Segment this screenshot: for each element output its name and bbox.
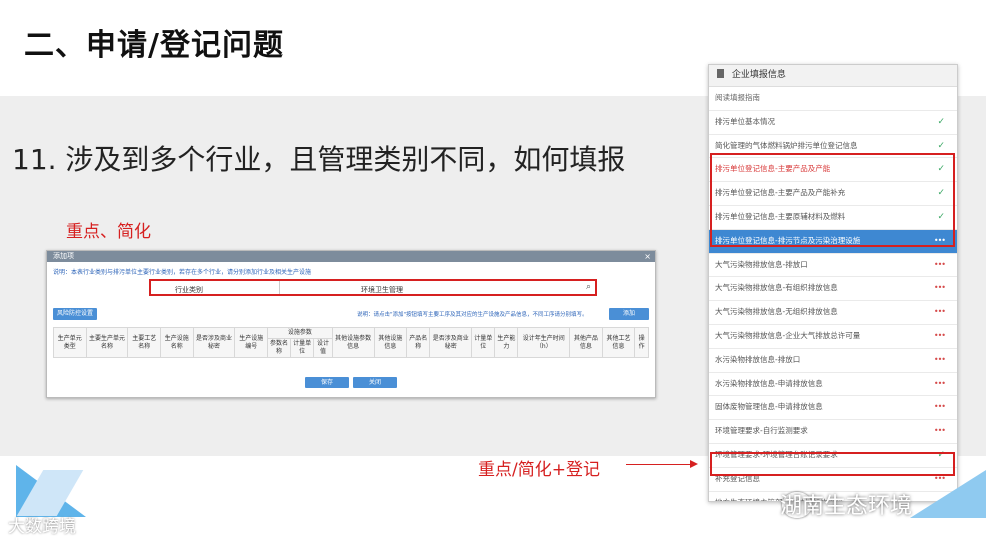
sidebar-item[interactable]: 水污染物排放信息-排放口 ••• xyxy=(709,349,957,373)
table-column-header: 产品名称 xyxy=(406,327,431,358)
risk-settings-button[interactable]: 风险防控设置 xyxy=(53,308,97,320)
close-button[interactable]: 关闭 xyxy=(353,377,397,388)
more-dots-icon: ••• xyxy=(933,402,946,412)
sidebar-item[interactable]: 大气污染物排放信息-无组织排放信息 ••• xyxy=(709,301,957,325)
sidebar-item-label: 固体废物管理信息-申请排放信息 xyxy=(715,402,823,412)
more-dots-icon: ••• xyxy=(933,378,946,388)
table-column-header: 生产能力 xyxy=(494,327,519,358)
highlight-box-main xyxy=(710,153,955,247)
slide-title: 二、申请/登记问题 xyxy=(24,28,284,63)
question-text: 11. 涉及到多个行业，且管理类别不同，如何填报 xyxy=(12,143,626,176)
sidebar-item-label: 阅读填报指南 xyxy=(715,93,760,102)
more-dots-icon: ••• xyxy=(933,307,946,317)
more-dots-icon: ••• xyxy=(933,259,946,269)
table-column-header: 其他工艺信息 xyxy=(601,327,636,358)
close-icon[interactable]: × xyxy=(644,251,651,262)
table-column-header: 生产设施编号 xyxy=(234,327,268,358)
sidebar-item-label: 水污染物排放信息-申请排放信息 xyxy=(715,378,823,388)
sidebar-item-label: 大气污染物排放信息-排放口 xyxy=(715,259,808,269)
decor-triangle-right xyxy=(910,470,986,518)
watermark-left: 大数跨境 xyxy=(8,517,76,537)
table-column-header: 计量单位 xyxy=(471,327,496,358)
table-column-header: 是否涉及商业秘密 xyxy=(429,327,473,358)
table-column-header: 主要工艺名称 xyxy=(127,327,161,358)
enterprise-info-panel: 企业填报信息 阅读填报指南排污单位基本情况 ✓ 简化管理的气体燃料锅炉排污单位登记信… xyxy=(708,64,958,502)
watermark-right: 湖南生态环境 xyxy=(780,494,913,519)
sidebar-item-label: 环境管理要求-自行监测要求 xyxy=(715,426,808,436)
sidebar-list: 阅读填报指南 排污单位基本情况 ✓ 简化管理的气体燃料锅炉排污单位登记信息 ✓ 排污单位登… xyxy=(709,87,957,501)
sidebar-item-label: 大气污染物排放信息-有组织排放信息 xyxy=(715,283,838,293)
panel-title: 企业填报信息 xyxy=(731,70,786,80)
save-button[interactable]: 保存 xyxy=(305,377,349,388)
table-column-header: 其他设施参数信息 xyxy=(331,327,375,358)
sidebar-item-label: 简化管理的气体燃料锅炉排污单位登记信息 xyxy=(715,140,858,150)
sidebar-item-label: 大气污染物排放信息-无组织排放信息 xyxy=(715,307,838,317)
sidebar-item[interactable]: 阅读填报指南 xyxy=(709,87,957,111)
sidebar-item-label: 排污单位基本情况 xyxy=(715,116,775,126)
add-button[interactable]: 添加 xyxy=(609,308,649,320)
sidebar-item-label: 大气污染物排放信息-企业大气排放总许可量 xyxy=(715,330,861,340)
table-header-row: 生产单元类型 主要生产单元名称 主要工艺名称 生产设施名称 是否涉及商业秘密 生产设施编号… xyxy=(53,327,649,358)
more-dots-icon: ••• xyxy=(933,330,946,340)
sidebar-item[interactable]: 大气污染物排放信息-排放口 ••• xyxy=(709,254,957,278)
add-item-dialog: 添加项 × 说明：本表行业类别与排污单位主要行业类别，若存在多个行业，请分别添加… xyxy=(46,250,656,398)
label-supplement: 重点/简化+登记 xyxy=(478,460,600,480)
table-group-header: 设施参数 xyxy=(267,327,333,339)
industry-value: 环境卫生管理 xyxy=(361,286,403,294)
table-column-header: 是否涉及商业秘密 xyxy=(192,327,236,358)
table-column-header: 其他产品信息 xyxy=(569,327,603,358)
table-column-header: 计量单位 xyxy=(290,338,315,358)
table-column-header: 生产单元类型 xyxy=(53,327,87,358)
more-dots-icon: ••• xyxy=(933,354,946,364)
sidebar-item[interactable]: 大气污染物排放信息-企业大气排放总许可量 ••• xyxy=(709,325,957,349)
table-column-header: 其他设施信息 xyxy=(373,327,408,358)
divider xyxy=(279,281,280,294)
industry-label: 行业类别 xyxy=(175,286,203,294)
more-dots-icon: ••• xyxy=(933,283,946,293)
arrow-icon xyxy=(626,460,698,468)
sidebar-item[interactable]: 环境管理要求-自行监测要求 ••• xyxy=(709,420,957,444)
dialog-title: 添加项 xyxy=(53,252,74,260)
more-dots-icon: ••• xyxy=(933,426,946,436)
table-column-header: 主要生产单元名称 xyxy=(85,327,129,358)
sidebar-item[interactable]: 大气污染物排放信息-有组织排放信息 ••• xyxy=(709,277,957,302)
industry-row[interactable]: 行业类别 环境卫生管理 ⌕ xyxy=(149,279,597,296)
sidebar-item-label: 水污染物排放信息-排放口 xyxy=(715,354,801,364)
table-column-header: 设计值 xyxy=(313,338,333,358)
search-icon[interactable]: ⌕ xyxy=(586,282,591,292)
sidebar-item[interactable]: 排污单位基本情况 ✓ xyxy=(709,111,957,135)
table-column-header: 操作 xyxy=(634,327,649,358)
checkmark-icon: ✓ xyxy=(937,116,945,127)
sidebar-item[interactable]: 固体废物管理信息-申请排放信息 ••• xyxy=(709,396,957,421)
label-key-simplified: 重点、简化 xyxy=(66,222,151,242)
panel-header: 企业填报信息 xyxy=(709,65,957,87)
table-column-header: 参数名称 xyxy=(266,338,292,358)
process-table: 生产单元类型 主要生产单元名称 主要工艺名称 生产设施名称 是否涉及商业秘密 生产设施编号… xyxy=(53,327,649,358)
dialog-title-bar: 添加项 × xyxy=(47,251,655,262)
table-column-header: 生产设施名称 xyxy=(160,327,194,358)
table-column-header: 设计年生产时间（h） xyxy=(517,327,571,358)
dialog-note-2: 说明：请点击"添加"按钮填写主要工序及其对应的生产设施及产品信息，不同工序请分别… xyxy=(357,312,588,318)
dialog-note: 说明：本表行业类别与排污单位主要行业类别，若存在多个行业，请分别添加行业及相关生… xyxy=(53,269,312,276)
sidebar-item[interactable]: 水污染物排放信息-申请排放信息 ••• xyxy=(709,373,957,397)
document-icon xyxy=(717,69,724,78)
